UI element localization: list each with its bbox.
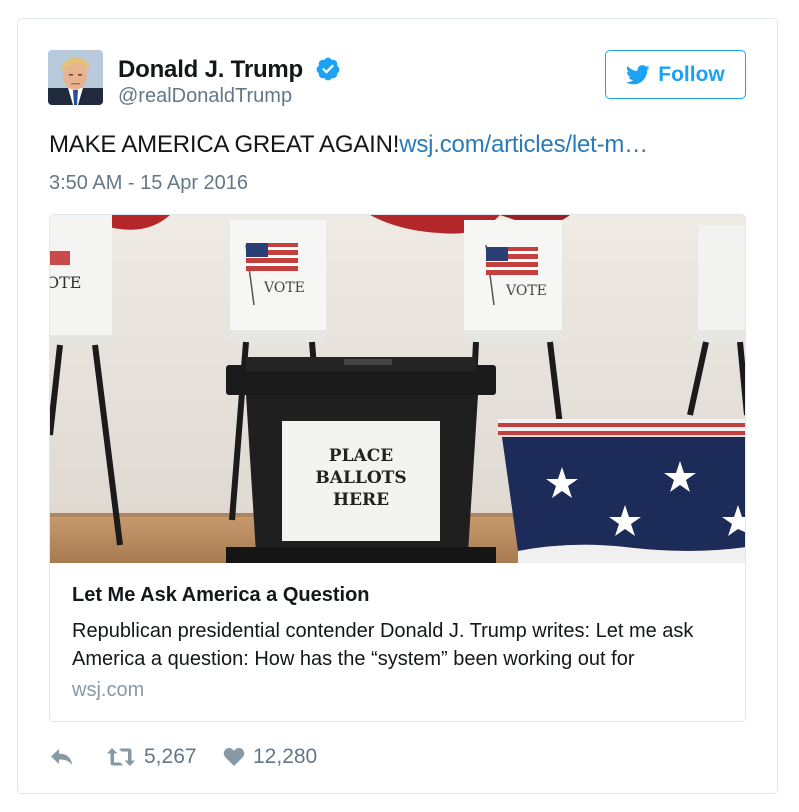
retweet-icon (107, 748, 135, 766)
card-domain: wsj.com (72, 679, 145, 701)
author-display-name[interactable]: Donald J. Trump (118, 56, 303, 84)
right-booth-sign: VOTE (505, 283, 547, 299)
tweet-text: MAKE AMERICA GREAT AGAIN!wsj.com/article… (49, 131, 648, 159)
tweet-embed: Donald J. Trump @realDonaldTrump Follow … (17, 18, 778, 794)
retweet-button[interactable]: 5,267 (106, 744, 197, 770)
like-count: 12,280 (253, 745, 318, 768)
center-booth-sign: VOTE (263, 280, 305, 296)
avatar[interactable] (48, 50, 103, 105)
ballot-sign-line-3: HERE (333, 490, 389, 510)
link-preview-card[interactable]: OTE VOTE (49, 214, 746, 722)
like-button[interactable]: 12,280 (223, 744, 317, 770)
left-booth-sign: OTE (50, 273, 81, 292)
card-description: Republican presidential contender Donald… (72, 620, 694, 670)
reply-icon (51, 749, 72, 765)
card-image: OTE VOTE (50, 215, 745, 563)
verified-badge-icon (316, 57, 340, 81)
heart-icon (223, 748, 245, 766)
follow-button-label: Follow (658, 62, 725, 86)
follow-button[interactable]: Follow (605, 50, 746, 99)
tweet-timestamp[interactable]: 3:50 AM - 15 Apr 2016 (49, 172, 248, 195)
reply-button[interactable] (49, 746, 75, 768)
tweet-text-body: MAKE AMERICA GREAT AGAIN! (49, 131, 400, 158)
author-screen-name[interactable]: @realDonaldTrump (118, 85, 292, 108)
ballot-sign-line-2: BALLOTS (315, 468, 406, 488)
card-title[interactable]: Let Me Ask America a Question (72, 584, 370, 607)
twitter-bird-icon (626, 64, 650, 84)
tweet-actions: 5,267 12,280 (49, 742, 449, 772)
retweet-count: 5,267 (144, 745, 197, 768)
ballot-sign-line-1: PLACE (329, 446, 393, 466)
tweet-link[interactable]: wsj.com/articles/let-m… (399, 131, 648, 158)
